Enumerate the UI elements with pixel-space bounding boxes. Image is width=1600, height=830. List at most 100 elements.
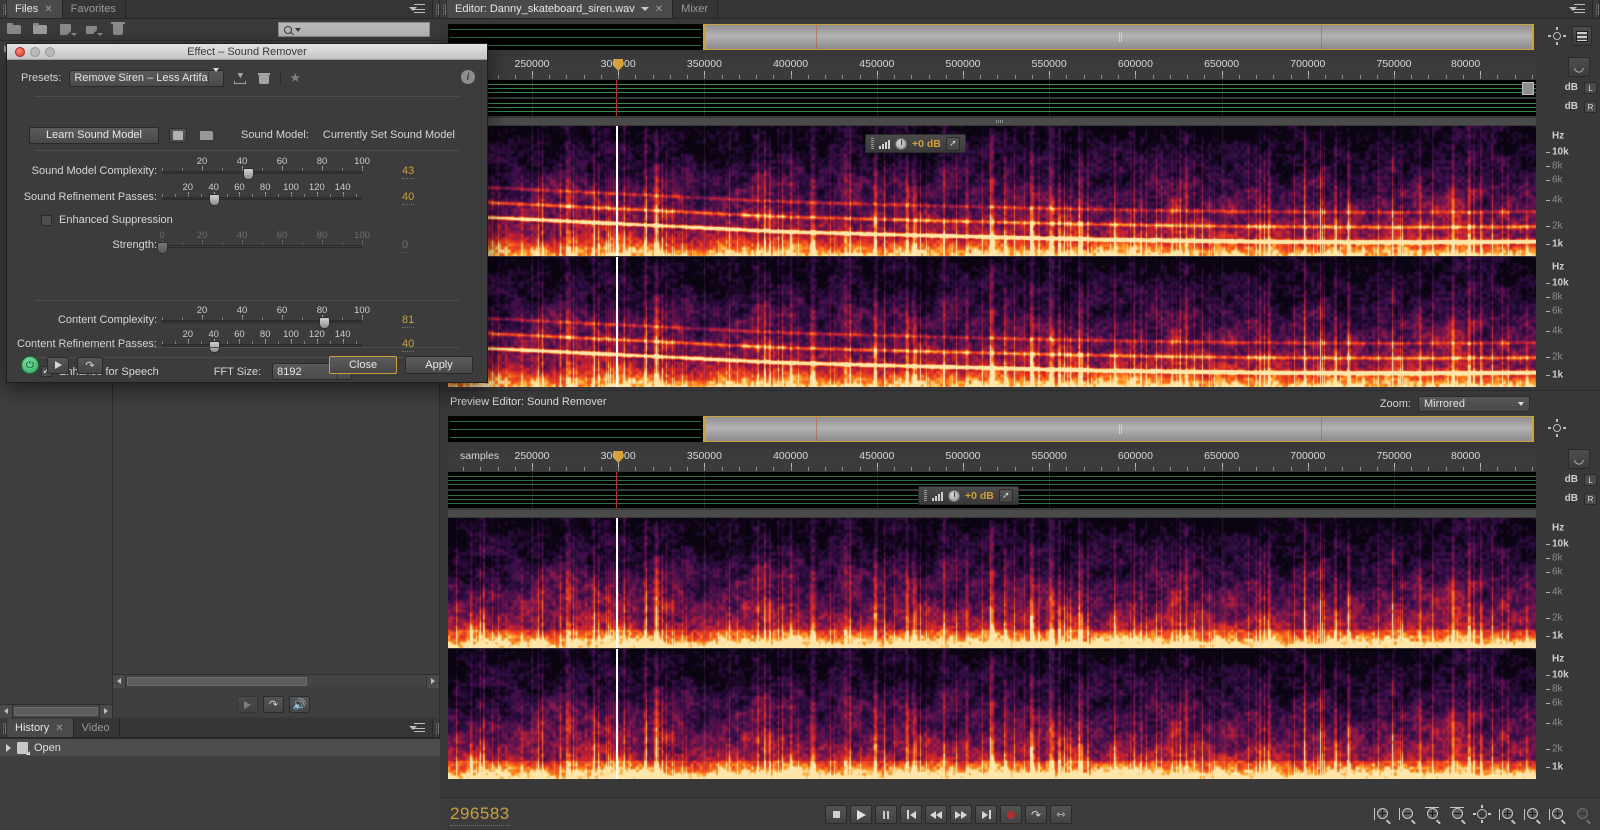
preview-scroll-strip[interactable] bbox=[448, 510, 1536, 517]
zoom-window-button[interactable] bbox=[45, 47, 55, 57]
play-button[interactable] bbox=[850, 805, 872, 824]
list-item[interactable]: Open bbox=[0, 739, 440, 756]
pause-button[interactable] bbox=[875, 805, 897, 824]
chevron-down-icon[interactable] bbox=[295, 28, 301, 32]
search-input[interactable] bbox=[278, 22, 430, 37]
insert-into-multitrack-icon[interactable] bbox=[58, 22, 75, 37]
panel-menu-icon[interactable] bbox=[409, 4, 425, 15]
preview-overview-navigator[interactable] bbox=[448, 416, 1534, 442]
move-to-end-button[interactable] bbox=[975, 805, 997, 824]
zoom-in-frequency-icon[interactable] bbox=[1423, 805, 1442, 824]
slider-content-complexity[interactable]: Content Complexity:2040608010081 bbox=[7, 305, 487, 331]
slider-thumb[interactable] bbox=[157, 242, 168, 254]
tab-files[interactable]: Files ✕ bbox=[7, 0, 63, 18]
editor-waveform-right[interactable] bbox=[448, 99, 1536, 116]
tab-history[interactable]: History ✕ bbox=[7, 719, 74, 737]
preview-channel-button-left[interactable]: L bbox=[1584, 474, 1597, 486]
pin-icon[interactable]: ➚ bbox=[999, 489, 1013, 503]
tab-video[interactable]: Video bbox=[74, 719, 120, 737]
slider-track[interactable] bbox=[162, 171, 362, 174]
slider-thumb[interactable] bbox=[209, 194, 220, 206]
playhead[interactable] bbox=[616, 518, 618, 648]
tab-favorites[interactable]: Favorites bbox=[63, 0, 126, 18]
files-play-button[interactable] bbox=[237, 696, 258, 713]
tab-mixer[interactable]: Mixer bbox=[673, 0, 718, 18]
chevron-down-icon[interactable] bbox=[641, 7, 649, 11]
files-autoplay-button[interactable]: 🔊 bbox=[289, 696, 310, 713]
zoom-to-selection-icon[interactable] bbox=[1548, 805, 1567, 824]
preview-spectrogram-left[interactable] bbox=[448, 518, 1536, 648]
slider-track[interactable] bbox=[162, 245, 362, 248]
list-scroll-thumb[interactable] bbox=[127, 677, 307, 686]
preview-overview-selection[interactable] bbox=[703, 416, 1534, 442]
apply-button[interactable]: Apply bbox=[405, 356, 473, 374]
close-button[interactable]: Close bbox=[329, 356, 397, 374]
close-icon[interactable]: ✕ bbox=[655, 4, 663, 15]
slider-strength[interactable]: Strength:0204060801000 bbox=[7, 230, 487, 256]
zoom-out-full-both-icon[interactable] bbox=[1573, 805, 1592, 824]
power-toggle-icon[interactable]: ⏻ bbox=[21, 356, 39, 374]
tree-hscrollbar[interactable] bbox=[0, 704, 112, 717]
drag-handle[interactable] bbox=[924, 490, 927, 501]
preset-select[interactable]: Remove Siren – Less Artifacts * bbox=[69, 70, 224, 87]
tab-editor[interactable]: Editor: Danny_skateboard_siren.wav ✕ bbox=[447, 0, 673, 18]
dialog-titlebar[interactable]: Effect – Sound Remover bbox=[7, 44, 487, 60]
scroll-right-button[interactable] bbox=[99, 705, 112, 718]
drag-handle[interactable] bbox=[871, 138, 874, 149]
zoom-select[interactable]: Mirrored bbox=[1418, 396, 1530, 412]
preview-zoom-navigator-icon[interactable] bbox=[1548, 419, 1566, 437]
zoom-selector[interactable]: Zoom: Mirrored bbox=[1380, 396, 1530, 412]
slider-value[interactable]: 0 bbox=[402, 239, 408, 253]
timecode-display[interactable]: 296583 bbox=[450, 804, 510, 826]
editor-spectrogram-right[interactable] bbox=[448, 257, 1536, 387]
history-list[interactable]: Open bbox=[0, 738, 440, 830]
list-hscrollbar[interactable] bbox=[113, 674, 439, 687]
panel-grip-right[interactable] bbox=[433, 0, 440, 18]
enhanced-suppression-checkbox[interactable] bbox=[41, 215, 52, 226]
editor-waveform-left[interactable] bbox=[448, 80, 1536, 97]
chevron-right-icon[interactable] bbox=[6, 744, 11, 752]
playhead[interactable] bbox=[616, 126, 618, 256]
preview-play-icon[interactable] bbox=[47, 357, 69, 374]
rewind-button[interactable] bbox=[925, 805, 947, 824]
minimize-window-button[interactable] bbox=[30, 47, 40, 57]
scroll-left-button[interactable] bbox=[0, 705, 13, 718]
files-loop-button[interactable]: ↷ bbox=[263, 696, 284, 713]
fast-forward-button[interactable] bbox=[950, 805, 972, 824]
gain-chip-editor[interactable]: +0 dB ➚ bbox=[865, 134, 966, 153]
slider-value[interactable]: 43 bbox=[402, 165, 414, 179]
zoom-out-amplitude-icon[interactable] bbox=[1398, 805, 1417, 824]
playhead[interactable] bbox=[616, 649, 618, 779]
new-folder-icon[interactable] bbox=[32, 22, 49, 37]
list-scroll-right-button[interactable] bbox=[426, 675, 439, 688]
editor-spectrogram-left[interactable] bbox=[448, 126, 1536, 256]
learn-sound-model-button[interactable]: Learn Sound Model bbox=[29, 127, 159, 144]
stop-button[interactable] bbox=[825, 805, 847, 824]
zoom-navigator-icon[interactable] bbox=[1548, 27, 1566, 45]
editor-timeline-ruler[interactable]: 2500003000003500004000004500005000005500… bbox=[448, 57, 1536, 79]
loop-button[interactable]: ↷ bbox=[1025, 805, 1047, 824]
slider-thumb[interactable] bbox=[319, 317, 330, 329]
preset-manager-icon[interactable]: ↷ bbox=[77, 357, 103, 374]
slider-value[interactable]: 81 bbox=[402, 314, 414, 328]
waveform-scroll-strip[interactable] bbox=[448, 118, 1536, 125]
history-menu-icon[interactable] bbox=[409, 723, 425, 734]
channel-button-right[interactable]: R bbox=[1584, 101, 1597, 113]
slider-track[interactable] bbox=[162, 197, 362, 200]
channel-button-left[interactable]: L bbox=[1584, 82, 1597, 94]
zoom-in-amplitude-icon[interactable] bbox=[1373, 805, 1392, 824]
list-scroll-left-button[interactable] bbox=[113, 675, 126, 688]
slider-sound-refinement-passes[interactable]: Sound Refinement Passes:2040608010012014… bbox=[7, 182, 487, 208]
slider-value[interactable]: 40 bbox=[402, 191, 414, 205]
close-window-button[interactable] bbox=[15, 47, 25, 57]
gain-chip-preview[interactable]: +0 dB ➚ bbox=[918, 486, 1019, 505]
save-sound-model-icon[interactable] bbox=[169, 128, 187, 143]
preview-snap-toggle[interactable]: ◡ bbox=[1568, 449, 1592, 471]
gain-knob-icon[interactable] bbox=[895, 138, 907, 150]
gain-value[interactable]: +0 dB bbox=[912, 138, 941, 150]
resize-handle[interactable] bbox=[1522, 82, 1534, 95]
preview-spectrogram-right[interactable] bbox=[448, 649, 1536, 779]
gain-knob-icon[interactable] bbox=[948, 490, 960, 502]
sound-remover-dialog[interactable]: Effect – Sound Remover Presets: Remove S… bbox=[6, 43, 488, 383]
editor-grip-right[interactable] bbox=[1593, 0, 1600, 18]
